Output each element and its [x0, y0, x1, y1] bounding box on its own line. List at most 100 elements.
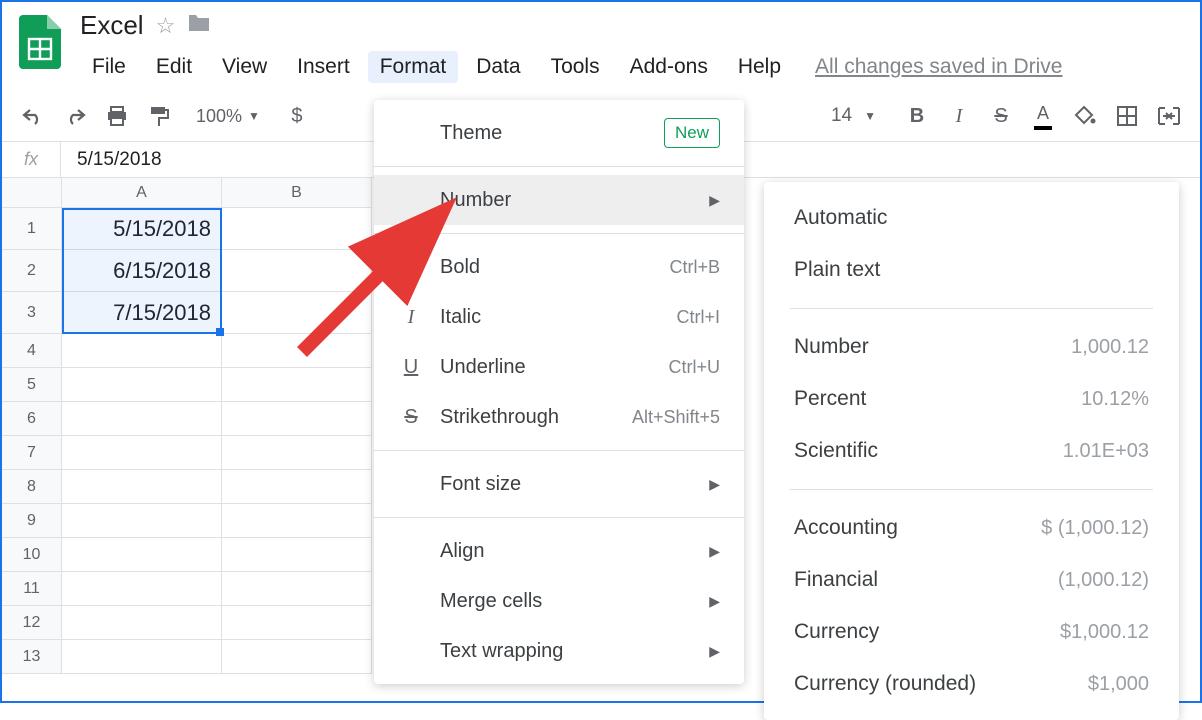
cell[interactable]: [62, 504, 222, 538]
text-color-button[interactable]: A: [1028, 101, 1058, 131]
menu-tools[interactable]: Tools: [539, 51, 612, 83]
cell[interactable]: [62, 470, 222, 504]
cell[interactable]: [62, 436, 222, 470]
cell[interactable]: [222, 640, 372, 674]
redo-icon[interactable]: [60, 101, 90, 131]
fill-color-icon[interactable]: [1070, 101, 1100, 131]
menu-label: Font size: [440, 473, 693, 496]
folder-icon[interactable]: [187, 12, 211, 40]
star-icon[interactable]: ☆: [156, 13, 176, 39]
cell[interactable]: [222, 470, 372, 504]
italic-button[interactable]: I: [944, 101, 974, 131]
submenu-item-automatic[interactable]: Automatic: [764, 192, 1179, 244]
menu-item-align[interactable]: Align ▶: [374, 526, 744, 576]
row-header[interactable]: 11: [2, 572, 62, 606]
cell[interactable]: [222, 208, 372, 250]
cell[interactable]: [62, 538, 222, 572]
bold-icon: B: [398, 256, 424, 279]
submenu-item-currency-rounded[interactable]: Currency (rounded) $1,000: [764, 658, 1179, 710]
menu-item-text-wrapping[interactable]: Text wrapping ▶: [374, 626, 744, 676]
menu-item-theme[interactable]: Theme New: [374, 108, 744, 158]
menu-item-underline[interactable]: U Underline Ctrl+U: [374, 342, 744, 392]
row-header[interactable]: 8: [2, 470, 62, 504]
menu-addons[interactable]: Add-ons: [618, 51, 720, 83]
document-title[interactable]: Excel: [80, 10, 144, 41]
menu-file[interactable]: File: [80, 51, 138, 83]
menu-item-merge[interactable]: Merge cells ▶: [374, 576, 744, 626]
menu-view[interactable]: View: [210, 51, 279, 83]
save-status[interactable]: All changes saved in Drive: [815, 55, 1062, 79]
cell[interactable]: 7/15/2018: [62, 292, 222, 334]
row-header[interactable]: 2: [2, 250, 62, 292]
sheets-logo-icon[interactable]: [12, 14, 68, 70]
submenu-item-plain-text[interactable]: Plain text: [764, 244, 1179, 296]
cell[interactable]: [222, 504, 372, 538]
col-header[interactable]: B: [222, 178, 372, 208]
borders-icon[interactable]: [1112, 101, 1142, 131]
submenu-item-percent[interactable]: Percent 10.12%: [764, 373, 1179, 425]
row-header[interactable]: 5: [2, 368, 62, 402]
col-header[interactable]: A: [62, 178, 222, 208]
cell[interactable]: [62, 402, 222, 436]
undo-icon[interactable]: [18, 101, 48, 131]
submenu-item-number[interactable]: Number 1,000.12: [764, 321, 1179, 373]
menu-edit[interactable]: Edit: [144, 51, 204, 83]
strikethrough-button[interactable]: S: [986, 101, 1016, 131]
menu-item-bold[interactable]: B Bold Ctrl+B: [374, 242, 744, 292]
row-header[interactable]: 3: [2, 292, 62, 334]
fx-label[interactable]: fx: [2, 142, 61, 177]
submenu-item-financial[interactable]: Financial (1,000.12): [764, 554, 1179, 606]
row-header[interactable]: 1: [2, 208, 62, 250]
menu-insert[interactable]: Insert: [285, 51, 362, 83]
cell[interactable]: [222, 538, 372, 572]
submenu-label: Currency: [794, 620, 879, 644]
menu-format[interactable]: Format: [368, 51, 459, 83]
select-all-corner[interactable]: [2, 178, 62, 208]
menu-item-strikethrough[interactable]: S Strikethrough Alt+Shift+5: [374, 392, 744, 442]
cell[interactable]: [62, 606, 222, 640]
cell[interactable]: [222, 368, 372, 402]
formula-input[interactable]: 5/15/2018: [61, 149, 162, 171]
row-header[interactable]: 9: [2, 504, 62, 538]
submenu-item-scientific[interactable]: Scientific 1.01E+03: [764, 425, 1179, 477]
submenu-item-accounting[interactable]: Accounting $ (1,000.12): [764, 502, 1179, 554]
cell[interactable]: [222, 436, 372, 470]
bold-button[interactable]: B: [902, 101, 932, 131]
paint-format-icon[interactable]: [144, 101, 174, 131]
submenu-label: Accounting: [794, 516, 898, 540]
cell[interactable]: [222, 334, 372, 368]
submenu-item-currency[interactable]: Currency $1,000.12: [764, 606, 1179, 658]
currency-format-button[interactable]: $: [282, 101, 312, 131]
row-header[interactable]: 10: [2, 538, 62, 572]
font-size-selector[interactable]: 14 ▼: [817, 101, 890, 131]
row-header[interactable]: 13: [2, 640, 62, 674]
submenu-arrow-icon: ▶: [709, 543, 720, 560]
row-header[interactable]: 12: [2, 606, 62, 640]
menu-data[interactable]: Data: [464, 51, 532, 83]
row-header[interactable]: 7: [2, 436, 62, 470]
zoom-selector[interactable]: 100% ▼: [186, 102, 270, 131]
cell[interactable]: [62, 334, 222, 368]
cell[interactable]: [62, 572, 222, 606]
format-example: 1.01E+03: [1063, 440, 1149, 463]
print-icon[interactable]: [102, 101, 132, 131]
cell[interactable]: [62, 640, 222, 674]
row-header[interactable]: 4: [2, 334, 62, 368]
cell[interactable]: [222, 292, 372, 334]
format-example: 1,000.12: [1071, 336, 1149, 359]
cell[interactable]: [222, 572, 372, 606]
cell[interactable]: [222, 606, 372, 640]
menu-item-italic[interactable]: I Italic Ctrl+I: [374, 292, 744, 342]
menu-item-number[interactable]: Number ▶: [374, 175, 744, 225]
cell[interactable]: 5/15/2018: [62, 208, 222, 250]
cell[interactable]: [222, 402, 372, 436]
number-submenu: Automatic Plain text Number 1,000.12 Per…: [764, 182, 1179, 720]
cell[interactable]: [62, 368, 222, 402]
cell[interactable]: 6/15/2018: [62, 250, 222, 292]
menu-item-font-size[interactable]: Font size ▶: [374, 459, 744, 509]
cell[interactable]: [222, 250, 372, 292]
menu-separator: [374, 450, 744, 451]
menu-help[interactable]: Help: [726, 51, 793, 83]
merge-cells-icon[interactable]: [1154, 101, 1184, 131]
row-header[interactable]: 6: [2, 402, 62, 436]
